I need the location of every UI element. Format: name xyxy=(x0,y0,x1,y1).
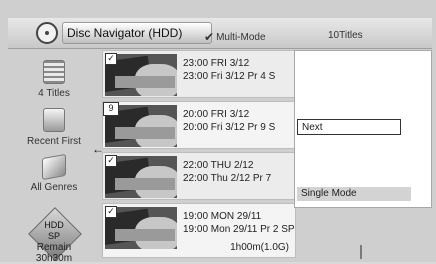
list-icon xyxy=(43,60,65,84)
app-logo: Disc Navigator (HDD) xyxy=(36,22,212,44)
sp-label: SP xyxy=(47,231,60,241)
title-line1: 20:00 FRI 3/12 xyxy=(183,109,250,120)
sidebar-item-recent-first[interactable]: Recent First xyxy=(8,108,100,147)
title-info: 19:00 MON 29/11 19:00 Mon 29/11 Pr 2 SP xyxy=(183,210,295,236)
title-list: ✓ 23:00 FRI 3/12 23:00 Fri 3/12 Pr 4 S 9… xyxy=(102,50,296,262)
menu-item-next[interactable]: Next xyxy=(297,119,401,135)
sidebar-item-label: All Genres xyxy=(30,182,78,193)
menu-item-single-mode[interactable]: Single Mode xyxy=(297,187,411,201)
scrollbar-thumb[interactable] xyxy=(360,245,362,259)
sidebar-item-label: Recent First xyxy=(27,136,81,147)
title-row[interactable]: ✓ 23:00 FRI 3/12 23:00 Fri 3/12 Pr 4 S xyxy=(102,50,296,98)
remain-value: 30h30m xyxy=(35,253,73,264)
title-line1: 19:00 MON 29/11 xyxy=(183,211,262,222)
check-icon: ✔ xyxy=(204,30,215,44)
remain-label: Remain xyxy=(36,242,72,253)
left-arrow-icon: ← xyxy=(92,142,104,156)
title-line2: 22:00 Thu 2/12 Pr 7 xyxy=(183,173,272,184)
square-icon xyxy=(43,108,65,132)
title-info: 22:00 THU 2/12 22:00 Thu 2/12 Pr 7 xyxy=(183,159,271,185)
title-row[interactable]: 9 20:00 FRI 3/12 20:00 Fri 3/12 Pr 9 S xyxy=(102,101,296,149)
box-icon xyxy=(42,153,66,181)
title-line2: 20:00 Fri 3/12 Pr 9 S xyxy=(183,122,276,133)
titles-count: 10Titles xyxy=(328,30,363,41)
title-checkbox[interactable]: ✓ xyxy=(105,206,117,218)
title-line1: 23:00 FRI 3/12 xyxy=(183,58,250,69)
hdd-label: HDD xyxy=(44,220,64,230)
sidebar: 4 Titles Recent First All Genres HDD SP … xyxy=(8,50,100,264)
title-line2: 19:00 Mon 29/11 Pr 2 SP xyxy=(183,224,295,235)
options-menu: Next Single Mode xyxy=(294,50,432,208)
title-info: 23:00 FRI 3/12 23:00 Fri 3/12 Pr 4 S xyxy=(183,57,275,83)
header-bar: Disc Navigator (HDD) ✔ Multi-Mode 10Titl… xyxy=(8,18,432,49)
remain-indicator: Remain 30h30m xyxy=(8,242,100,264)
title-checkbox[interactable]: ✓ xyxy=(105,53,117,65)
title-line2: 23:00 Fri 3/12 Pr 4 S xyxy=(183,71,276,82)
sidebar-item-label: 4 Titles xyxy=(38,88,70,99)
hdd-badge-text: HDD SP xyxy=(30,220,78,242)
disc-icon xyxy=(36,22,58,44)
title-number-badge: 9 xyxy=(103,102,119,116)
title-line1: 22:00 THU 2/12 xyxy=(183,160,254,171)
sidebar-item-all-genres[interactable]: All Genres xyxy=(8,153,100,193)
multi-mode-indicator: ✔ Multi-Mode xyxy=(204,30,266,44)
multi-mode-label: Multi-Mode xyxy=(216,31,266,43)
title-info: 20:00 FRI 3/12 20:00 Fri 3/12 Pr 9 S xyxy=(183,108,275,134)
title-row[interactable]: ✓ 22:00 THU 2/12 22:00 Thu 2/12 Pr 7 xyxy=(102,152,296,200)
sidebar-item-titles[interactable]: 4 Titles xyxy=(8,60,100,99)
title-row[interactable]: ✓ 19:00 MON 29/11 19:00 Mon 29/11 Pr 2 S… xyxy=(102,203,296,258)
title-checkbox[interactable]: ✓ xyxy=(105,155,117,167)
title-duration: 1h00m(1.0G) xyxy=(230,242,289,253)
page-title: Disc Navigator (HDD) xyxy=(62,22,212,44)
